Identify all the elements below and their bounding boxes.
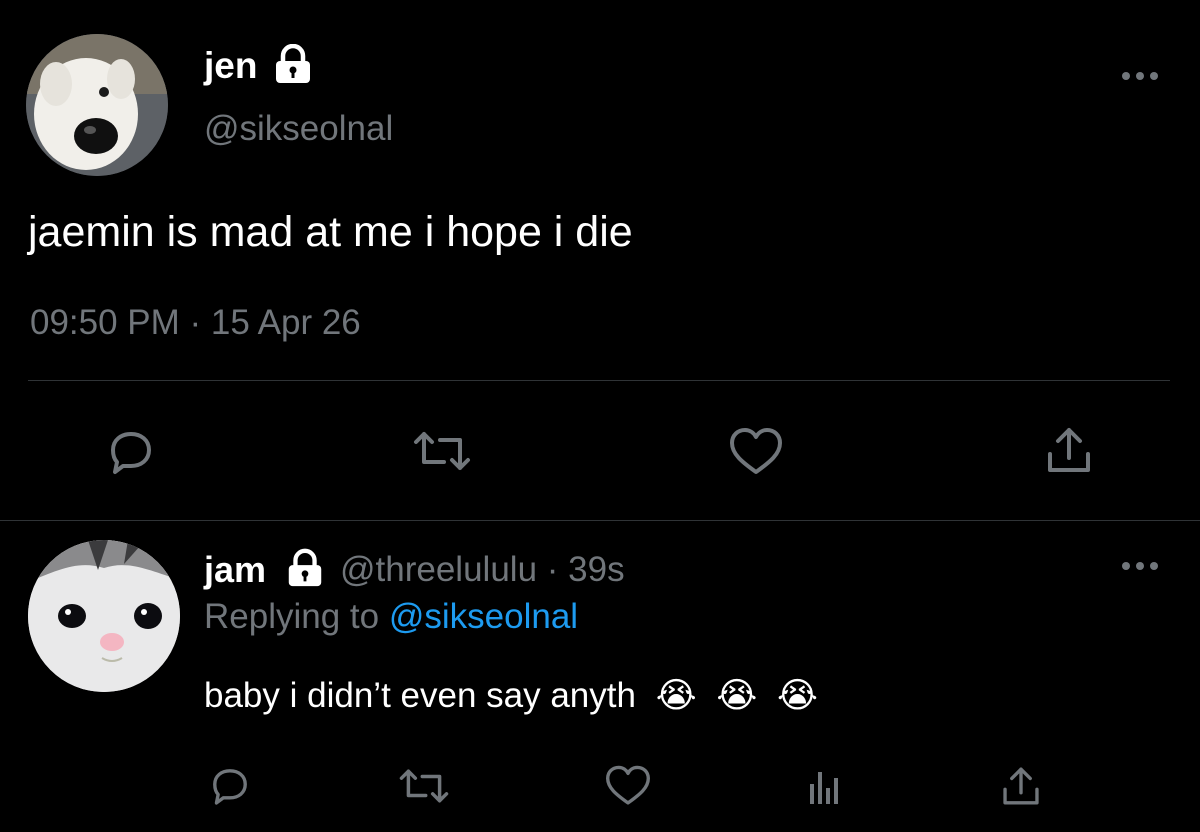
- meta-separator: ·: [546, 550, 559, 589]
- samoyed-dog-avatar-icon: [26, 34, 168, 176]
- main-tweet-display-name[interactable]: jen: [204, 44, 257, 88]
- reply-time[interactable]: 39s: [568, 550, 624, 589]
- reply-text: baby i didn’t even say anyth: [204, 676, 636, 715]
- lock-icon: [271, 44, 315, 84]
- share-icon[interactable]: [1000, 764, 1042, 808]
- main-tweet-divider: [28, 380, 1170, 381]
- lock-icon: [284, 548, 326, 588]
- main-tweet-text: jaemin is mad at me i hope i die: [28, 208, 633, 256]
- reply-text-line: baby i didn’t even say anyth 😭 😭 😭: [204, 674, 818, 718]
- replying-to-line: Replying to @sikseolnal: [204, 596, 578, 638]
- reply-handle[interactable]: @threelululu: [340, 550, 537, 589]
- analytics-icon[interactable]: [806, 766, 846, 806]
- kitten-avatar-icon: [28, 540, 180, 692]
- reply-meta: @threelululu · 39s: [340, 548, 625, 592]
- replying-to-label: Replying to: [204, 597, 380, 636]
- crying-face-emoji: 😭: [716, 676, 758, 715]
- share-icon[interactable]: [1044, 424, 1094, 476]
- more-options-icon[interactable]: [1118, 66, 1162, 86]
- main-tweet-timestamp[interactable]: 09:50 PM · 15 Apr 26: [30, 302, 361, 344]
- crying-face-emoji: 😭: [776, 676, 818, 715]
- like-icon[interactable]: [728, 426, 784, 478]
- more-options-icon[interactable]: [1118, 556, 1162, 576]
- reply-icon[interactable]: [105, 426, 157, 478]
- replying-to-handle[interactable]: @sikseolnal: [389, 597, 578, 636]
- reply-avatar[interactable]: [28, 540, 180, 692]
- reply-display-name[interactable]: jam: [204, 548, 266, 592]
- like-icon[interactable]: [604, 764, 652, 808]
- reply-icon[interactable]: [208, 764, 252, 808]
- main-tweet-handle[interactable]: @sikseolnal: [204, 108, 393, 150]
- crying-face-emoji: 😭: [655, 676, 697, 715]
- section-divider: [0, 520, 1200, 521]
- retweet-icon[interactable]: [398, 764, 450, 808]
- retweet-icon[interactable]: [412, 426, 472, 476]
- main-tweet-avatar[interactable]: [26, 34, 168, 176]
